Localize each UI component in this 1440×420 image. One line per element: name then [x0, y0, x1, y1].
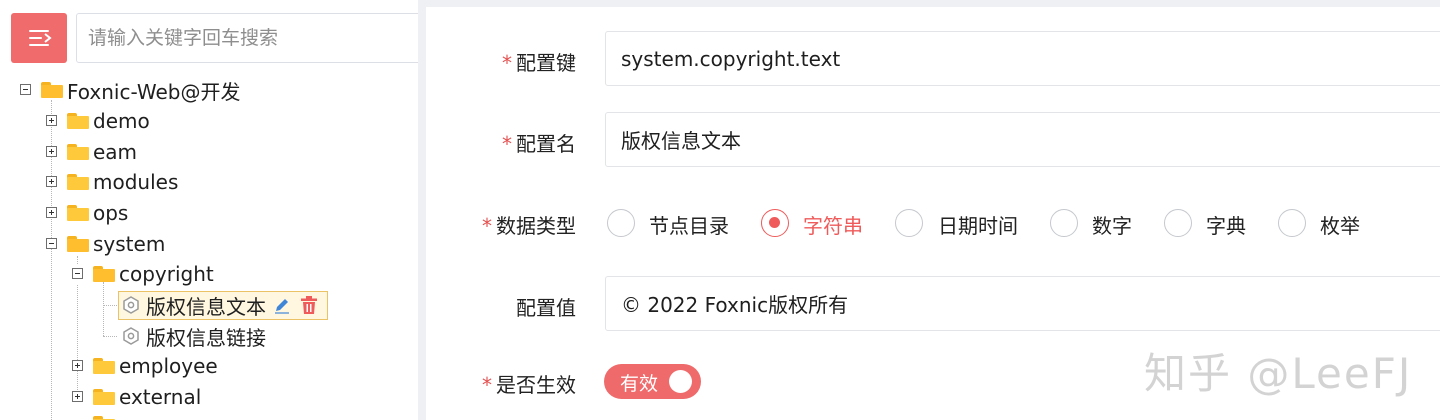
tree-node-label: ops — [93, 201, 129, 225]
radio-dictionary[interactable] — [1164, 209, 1192, 237]
required-mark: * — [482, 214, 492, 238]
menu-icon-line — [29, 44, 49, 46]
config-value-label: 配置值 — [426, 292, 576, 321]
expand-toggle[interactable] — [46, 146, 57, 157]
menu-toggle-button[interactable] — [11, 13, 67, 63]
collapse-toggle[interactable] — [46, 238, 57, 249]
radio-label[interactable]: 字符串 — [803, 210, 863, 239]
config-form: * 配置键 system.copyright.text * 配置名 版权信息文本 *… — [426, 7, 1440, 420]
expand-toggle[interactable] — [46, 207, 57, 218]
tree-connector — [51, 248, 52, 420]
tree-node-label: system — [93, 232, 166, 256]
radio-node-directory[interactable] — [607, 209, 635, 237]
expand-toggle[interactable] — [46, 115, 57, 126]
tree-connector — [103, 305, 117, 306]
tree-node-label: demo — [93, 109, 150, 133]
radio-enum[interactable] — [1278, 209, 1306, 237]
tree-connector — [103, 282, 104, 336]
label-text: 配置键 — [516, 51, 576, 75]
watermark: 知乎 @LeeFJ — [1144, 349, 1413, 398]
tree-node-copyright[interactable]: copyright — [119, 260, 214, 288]
config-value-input[interactable]: © 2022 Foxnic版权所有 — [605, 276, 1440, 331]
folder-icon — [67, 236, 89, 252]
tree-connector — [103, 336, 117, 337]
tree-panel: Foxnic-Web@开发 demo eam modules ops syste… — [0, 0, 418, 420]
menu-icon-line — [29, 37, 42, 39]
radio-label[interactable]: 节点目录 — [649, 210, 729, 239]
radio-string[interactable] — [761, 209, 789, 237]
tree-node-modules[interactable]: modules — [93, 168, 178, 196]
tree-node-ops[interactable]: ops — [93, 199, 128, 227]
indent-arrow-icon — [44, 33, 52, 43]
tree-node-label: eam — [93, 140, 138, 164]
radio-label[interactable]: 数字 — [1092, 210, 1132, 239]
required-mark: * — [482, 373, 492, 397]
config-name-label: * 配置名 — [426, 128, 576, 157]
label-text: 配置值 — [516, 296, 576, 320]
tree-node-external[interactable]: external — [119, 383, 201, 411]
expand-toggle[interactable] — [72, 360, 83, 371]
tree-node-system[interactable]: system — [93, 230, 165, 258]
folder-icon — [93, 389, 115, 405]
config-key-label: * 配置键 — [426, 47, 576, 76]
expand-toggle[interactable] — [46, 176, 57, 187]
enabled-label: * 是否生效 — [426, 369, 576, 398]
tree-node-label: 版权信息链接 — [146, 325, 266, 350]
input-value: 版权信息文本 — [621, 129, 741, 153]
config-node-icon — [123, 296, 139, 314]
folder-icon — [67, 144, 89, 160]
tree-node-copyright-link[interactable]: 版权信息链接 — [146, 322, 266, 350]
pencil-icon[interactable] — [273, 296, 291, 314]
radio-number[interactable] — [1050, 209, 1078, 237]
folder-icon — [93, 266, 115, 282]
label-text: 配置名 — [516, 132, 576, 156]
tree-node-root[interactable]: Foxnic-Web@开发 — [67, 76, 241, 104]
label-text: 数据类型 — [496, 214, 576, 238]
required-mark: * — [502, 51, 512, 75]
radio-label[interactable]: 日期时间 — [938, 210, 1018, 239]
folder-icon — [93, 416, 115, 420]
search-input[interactable] — [76, 13, 418, 63]
radio-label[interactable]: 枚举 — [1320, 210, 1360, 239]
tree-node-label: employee — [119, 354, 218, 378]
trash-icon[interactable] — [300, 295, 318, 315]
input-value: © 2022 Foxnic版权所有 — [621, 293, 849, 317]
tree-node-copyright-text[interactable]: 版权信息文本 — [146, 291, 266, 319]
radio-label[interactable]: 字典 — [1206, 210, 1246, 239]
collapse-toggle[interactable] — [72, 268, 83, 279]
menu-icon — [29, 30, 49, 32]
input-value: system.copyright.text — [621, 46, 841, 71]
data-type-label: * 数据类型 — [426, 210, 576, 239]
tree-node-label: 版权信息文本 — [146, 294, 266, 319]
tree-node-eam[interactable]: eam — [93, 138, 137, 166]
tree-node-label: external — [119, 385, 202, 409]
tree-node-label: copyright — [119, 262, 214, 286]
config-key-input[interactable]: system.copyright.text — [605, 31, 1440, 86]
collapse-toggle[interactable] — [20, 84, 31, 95]
tree-connector — [77, 370, 78, 390]
tree-node-employee[interactable]: employee — [119, 352, 218, 380]
switch-text: 有效 — [620, 373, 659, 395]
tree-node-label: modules — [93, 170, 179, 194]
config-node-icon — [123, 327, 139, 345]
folder-icon — [67, 113, 89, 129]
tree-node-label: Foxnic-Web@开发 — [67, 79, 241, 104]
folder-icon — [67, 205, 89, 221]
folder-icon — [93, 358, 115, 374]
tree-connector — [77, 256, 78, 264]
radio-datetime[interactable] — [895, 209, 923, 237]
required-mark: * — [502, 132, 512, 156]
tree-connector — [77, 285, 78, 360]
folder-icon — [67, 174, 89, 190]
enabled-switch[interactable]: 有效 — [604, 364, 701, 399]
label-text: 是否生效 — [496, 373, 576, 397]
folder-icon — [41, 82, 63, 98]
expand-toggle[interactable] — [72, 391, 83, 402]
config-name-input[interactable]: 版权信息文本 — [605, 112, 1440, 167]
tree-node-demo[interactable]: demo — [93, 107, 150, 135]
switch-knob — [669, 370, 692, 393]
